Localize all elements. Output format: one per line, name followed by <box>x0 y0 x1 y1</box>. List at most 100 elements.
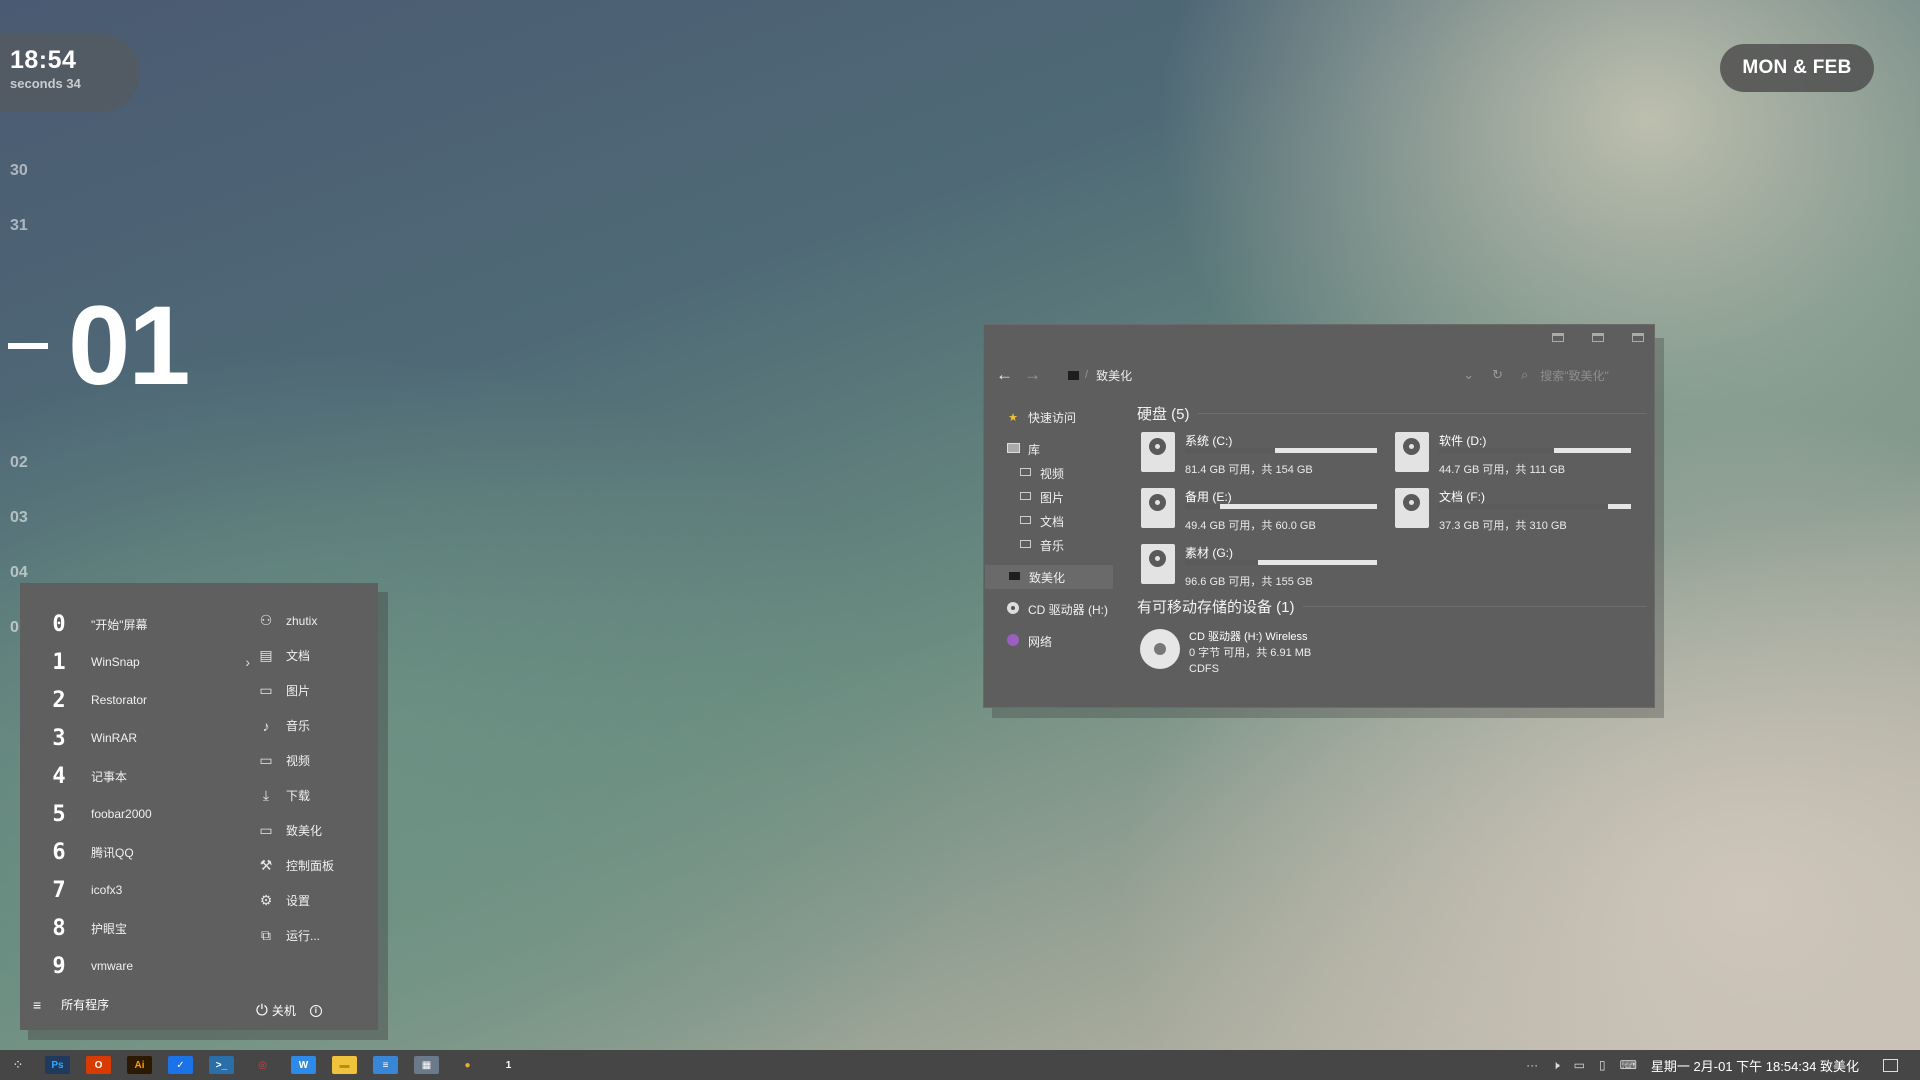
place-label: 控制面板 <box>286 859 335 873</box>
illustrator-icon[interactable]: Ai <box>127 1056 152 1074</box>
wrench-icon: ⚒ <box>259 857 273 873</box>
sidebar-item-cd-drive[interactable]: CD 驱动器 (H:) <box>984 597 1114 621</box>
office-icon[interactable]: O <box>86 1056 111 1074</box>
folder-icon[interactable]: ▬ <box>332 1056 357 1074</box>
taskbar-apps: Ps O Ai ✓ >_ ◎ W ▬ ≡ ▦ ● 1 <box>36 1056 528 1074</box>
sidebar-item-quick-access[interactable]: ★ 快速访问 <box>984 405 1114 429</box>
explorer-window: ← → / 致美化 ⌄ ↻ ⌕ 搜索"致美化" ★ 快速访问 库 视频 图片 文档… <box>983 324 1655 708</box>
window-controls <box>1552 333 1644 342</box>
cd-drive-item[interactable]: CD 驱动器 (H:) Wireless 0 字节 可用，共 6.91 MB C… <box>1140 629 1647 677</box>
all-programs-label: 所有程序 <box>61 998 110 1012</box>
start-item-notepad[interactable]: 4 记事本 <box>48 757 248 795</box>
drive-info: 文档 (F:) 37.3 GB 可用，共 310 GB <box>1439 488 1631 538</box>
place-control-panel[interactable]: ⚒ 控制面板 <box>256 848 334 883</box>
start-item-winrar[interactable]: 3 WinRAR <box>48 719 248 757</box>
maximize-icon[interactable] <box>1592 333 1604 342</box>
start-item-restorator[interactable]: 2 Restorator <box>48 681 248 719</box>
all-programs-button[interactable]: ≡ 所有程序 <box>33 996 109 1013</box>
sidebar-item-videos[interactable]: 视频 <box>984 461 1114 485</box>
usb-icon[interactable]: ▯ <box>1599 1058 1606 1072</box>
place-user[interactable]: ⚇ zhutix <box>256 603 334 638</box>
library-icon <box>1006 442 1020 456</box>
forward-arrow-icon[interactable]: → <box>1024 365 1052 385</box>
start-item-qq[interactable]: 6 腾讯QQ <box>48 833 248 871</box>
number-one-icon[interactable]: 1 <box>496 1056 521 1074</box>
start-item-vmware[interactable]: 9 vmware <box>48 947 248 985</box>
terminal-icon[interactable]: >_ <box>209 1056 234 1074</box>
place-pictures[interactable]: ▭ 图片 <box>256 673 334 708</box>
video-icon: ▭ <box>259 752 273 768</box>
star-icon: ★ <box>1008 411 1018 424</box>
list-icon: ≡ <box>33 996 42 1013</box>
photoshop-icon[interactable]: Ps <box>45 1056 70 1074</box>
place-videos[interactable]: ▭ 视频 <box>256 743 334 778</box>
hard-drive-icon <box>1141 544 1175 584</box>
start-item-label: WinRAR <box>91 731 138 745</box>
chevron-right-icon[interactable]: › <box>245 654 250 670</box>
search-input[interactable]: ⌕ 搜索"致美化" <box>1521 367 1641 384</box>
sidebar-item-label: 致美化 <box>1029 570 1066 585</box>
notification-icon[interactable] <box>1883 1058 1898 1072</box>
netease-music-icon[interactable]: ◎ <box>250 1056 275 1074</box>
hard-drive-icon <box>1395 488 1429 528</box>
chevron-down-icon[interactable]: ⌄ <box>1463 367 1474 383</box>
start-item-eye-guard[interactable]: 8 护眼宝 <box>48 909 248 947</box>
breadcrumb[interactable]: / 致美化 <box>1068 367 1132 384</box>
calculator-icon[interactable]: ▦ <box>414 1056 439 1074</box>
tray-overflow-icon[interactable]: ··· <box>1526 1058 1538 1072</box>
place-music[interactable]: ♪ 音乐 <box>256 708 334 743</box>
drive-g[interactable]: 素材 (G:) 96.6 GB 可用，共 155 GB <box>1141 544 1395 594</box>
close-icon[interactable] <box>1632 333 1644 342</box>
start-places-list: ⚇ zhutix ▤ 文档 ▭ 图片 ♪ 音乐 ▭ 视频 ⤓ 下载 ▭ 致美化 ⚒ 控制面板 ⚙… <box>256 603 334 953</box>
sidebar-item-documents[interactable]: 文档 <box>984 509 1114 533</box>
sidebar-item-pictures[interactable]: 图片 <box>984 485 1114 509</box>
chrome-icon[interactable]: ● <box>455 1056 480 1074</box>
place-documents[interactable]: ▤ 文档 <box>256 638 334 673</box>
cd-icon <box>1140 629 1180 669</box>
start-item-start-screen[interactable]: 0 "开始"屏幕 <box>48 605 248 643</box>
start-button[interactable]: ⁘ <box>0 1057 36 1073</box>
place-run[interactable]: ⧉ 运行... <box>256 918 334 953</box>
volume-icon[interactable]: 🕨 <box>1552 1058 1560 1073</box>
shortcut-number: 5 <box>52 801 66 827</box>
shield-icon[interactable]: ✓ <box>168 1056 193 1074</box>
drive-size: 37.3 GB 可用，共 310 GB <box>1439 520 1567 532</box>
start-item-foobar2000[interactable]: 5 foobar2000 <box>48 795 248 833</box>
place-label: 运行... <box>286 929 321 943</box>
back-arrow-icon[interactable]: ← <box>996 365 1024 385</box>
place-downloads[interactable]: ⤓ 下载 <box>256 778 334 813</box>
refresh-icon[interactable]: ↻ <box>1492 367 1503 383</box>
removable-group-header[interactable]: 有可移动存储的设备 (1) <box>1137 596 1647 617</box>
place-label: 设置 <box>286 894 311 908</box>
sidebar-item-network[interactable]: 网络 <box>984 629 1114 653</box>
calendar-day: 03 <box>10 509 28 526</box>
breadcrumb-separator: / <box>1085 369 1089 381</box>
taskbar-clock[interactable]: 星期一 2月-01 下午 18:54:34 致美化 <box>1651 1056 1859 1075</box>
network-icon[interactable]: ▭ <box>1574 1058 1585 1072</box>
sidebar-item-libraries[interactable]: 库 <box>984 437 1114 461</box>
shutdown-button[interactable]: ⏻ 关机 i <box>256 1002 322 1019</box>
calendar-day: 0 <box>10 619 19 636</box>
start-item-icofx3[interactable]: 7 icofx3 <box>48 871 248 909</box>
drives-group-header[interactable]: 硬盘 (5) <box>1137 403 1647 424</box>
drive-f[interactable]: 文档 (F:) 37.3 GB 可用，共 310 GB <box>1395 488 1649 538</box>
shortcut-number: 4 <box>52 763 66 789</box>
minimize-icon[interactable] <box>1552 333 1564 342</box>
shortcut-number: 7 <box>52 877 66 903</box>
address-bar: ← → / 致美化 ⌄ ↻ ⌕ 搜索"致美化" <box>996 365 1641 385</box>
notepad-icon[interactable]: ≡ <box>373 1056 398 1074</box>
start-item-winsnap[interactable]: 1 WinSnap › <box>48 643 250 681</box>
drive-d[interactable]: 软件 (D:) 44.7 GB 可用，共 111 GB <box>1395 432 1649 482</box>
drive-grid: 系统 (C:) 81.4 GB 可用，共 154 GB 软件 (D:) 44.7… <box>1141 432 1647 594</box>
place-settings[interactable]: ⚙ 设置 <box>256 883 334 918</box>
sidebar-item-this-pc[interactable]: 致美化 <box>985 565 1113 589</box>
sidebar-item-music[interactable]: 音乐 <box>984 533 1114 557</box>
keyboard-icon[interactable]: ⌨ <box>1620 1058 1637 1072</box>
whiteboard-icon[interactable]: W <box>291 1056 316 1074</box>
drive-c[interactable]: 系统 (C:) 81.4 GB 可用，共 154 GB <box>1141 432 1395 482</box>
info-icon[interactable]: i <box>309 1004 322 1017</box>
drive-free-fill <box>1554 448 1631 453</box>
drive-e[interactable]: 备用 (E:) 49.4 GB 可用，共 60.0 GB <box>1141 488 1395 538</box>
search-icon: ⌕ <box>1521 367 1529 382</box>
place-computer[interactable]: ▭ 致美化 <box>256 813 334 848</box>
